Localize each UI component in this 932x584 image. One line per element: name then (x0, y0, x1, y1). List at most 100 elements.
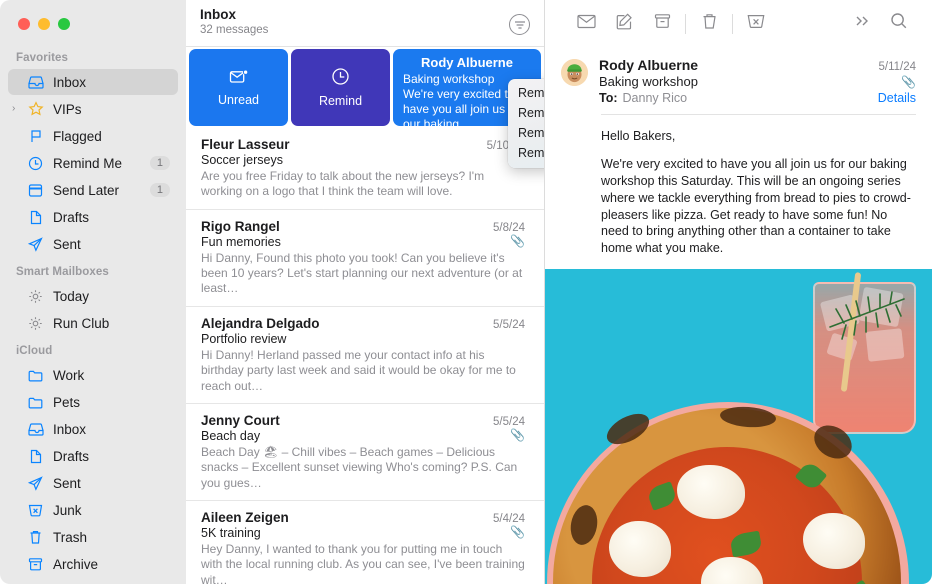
paperclip-icon: 📎 (901, 75, 916, 89)
sidebar-item-remind-me[interactable]: Remind Me 1 (8, 150, 178, 176)
table-row[interactable]: Jenny Court 5/5/24 Beach day 📎 Beach Day… (186, 404, 544, 501)
chevron-double-right-icon (853, 14, 870, 33)
message-preview: Hi Danny! Herland passed me your contact… (201, 347, 516, 393)
message-sender: Aileen Zeigen (201, 509, 289, 525)
sidebar-item-pets[interactable]: Pets (8, 389, 178, 415)
message-subject: Soccer jerseys (201, 153, 283, 167)
sidebar-item-icloud-sent[interactable]: Sent (8, 470, 178, 496)
close-button[interactable] (18, 18, 30, 30)
sidebar-item-label: Today (53, 288, 90, 304)
folder-icon (26, 367, 45, 383)
search-button[interactable] (880, 9, 918, 39)
paperclip-icon: 📎 (510, 525, 525, 540)
table-row[interactable]: Alejandra Delgado 5/5/24 Portfolio revie… (186, 307, 544, 404)
mark-unread-button[interactable] (567, 9, 605, 39)
email-subject: Baking workshop (599, 74, 698, 89)
sidebar-item-label: Inbox (53, 421, 87, 437)
inbox-icon (26, 421, 45, 437)
sidebar-item-inbox[interactable]: Inbox (8, 69, 178, 95)
email-body-paragraph: We're very excited to have you all join … (601, 156, 911, 256)
toolbar-divider (685, 13, 686, 34)
sidebar-section-smart-mailboxes: Smart Mailboxes (16, 266, 109, 278)
mozzarella (609, 521, 671, 578)
sidebar-item-junk[interactable]: Junk (8, 497, 178, 523)
compose-button[interactable] (605, 9, 643, 39)
sidebar-item-label: Sent (53, 475, 81, 491)
flag-icon (26, 128, 45, 144)
archive-button[interactable] (643, 9, 681, 39)
compose-icon (616, 12, 633, 35)
sidebar-section-icloud: iCloud (16, 345, 53, 357)
message-subject: Fun memories (201, 234, 281, 249)
remind-me-context-menu[interactable]: Remind Me in 1 Hour Remind Me Tonight Re… (508, 79, 544, 168)
email-recipients: To: Danny Rico (599, 91, 687, 105)
details-link[interactable]: Details (878, 91, 916, 105)
menu-item-remind-1-hour[interactable]: Remind Me in 1 Hour (508, 83, 544, 103)
message-sender: Rigo Rangel (201, 218, 280, 234)
calendar-icon (26, 182, 45, 198)
sidebar-item-sent[interactable]: Sent (8, 231, 178, 257)
sidebar-item-drafts[interactable]: Drafts (8, 204, 178, 230)
toolbar (545, 0, 932, 47)
menu-item-remind-later[interactable]: Remind Me Later… (508, 143, 544, 163)
swipe-remind-button[interactable]: Remind (291, 49, 390, 126)
sidebar: Favorites Inbox › VIPs Flagged Remind Me… (0, 0, 186, 584)
chevron-right-icon[interactable]: › (12, 104, 15, 114)
menu-item-remind-tomorrow[interactable]: Remind Me Tomorrow (508, 123, 544, 143)
attachment-image[interactable] (545, 269, 932, 584)
sidebar-item-trash[interactable]: Trash (8, 524, 178, 550)
sidebar-item-archive[interactable]: Archive (8, 551, 178, 577)
avatar (561, 59, 588, 86)
gear-icon (26, 288, 45, 304)
document-icon (26, 209, 45, 225)
paperclip-icon: 📎 (510, 234, 525, 249)
paper-plane-icon (26, 236, 45, 252)
table-row[interactable]: Aileen Zeigen 5/4/24 5K training 📎 Hey D… (186, 501, 544, 584)
table-row[interactable]: Fleur Lasseur 5/10/24 Soccer jerseys Are… (186, 128, 544, 210)
delete-button[interactable] (690, 9, 728, 39)
clock-icon (26, 155, 45, 171)
trash-icon (702, 13, 717, 35)
sidebar-item-vips[interactable]: › VIPs (8, 96, 178, 122)
paperclip-icon: 📎 (510, 428, 525, 443)
document-icon (26, 448, 45, 464)
swipe-action-label: Unread (218, 92, 259, 107)
sidebar-item-send-later[interactable]: Send Later 1 (8, 177, 178, 203)
message-preview: Beach Day 🏖 – Chill vibes – Beach games … (201, 444, 518, 490)
sidebar-item-work[interactable]: Work (8, 362, 178, 388)
sidebar-item-today[interactable]: Today (8, 283, 178, 309)
sidebar-item-label: Run Club (53, 315, 110, 331)
mail-window: Favorites Inbox › VIPs Flagged Remind Me… (0, 0, 932, 584)
sidebar-item-icloud-drafts[interactable]: Drafts (8, 443, 178, 469)
archive-icon (26, 556, 45, 572)
message-subject: Portfolio review (201, 331, 287, 346)
junk-icon (747, 13, 765, 34)
filter-icon[interactable] (509, 14, 530, 35)
message-detail-pane: Rody Albuerne 5/11/24 Baking workshop 📎 … (545, 0, 932, 584)
unread-envelope-icon (229, 69, 249, 88)
sidebar-item-label: Sent (53, 236, 81, 252)
zoom-button[interactable] (58, 18, 70, 30)
minimize-button[interactable] (38, 18, 50, 30)
sidebar-item-label: Pets (53, 394, 81, 410)
paper-plane-icon (26, 475, 45, 491)
junk-button[interactable] (737, 9, 775, 39)
sidebar-section-favorites: Favorites (16, 52, 69, 64)
sidebar-item-label: Junk (53, 502, 82, 518)
swipe-action-row: Unread Remind Rody Albuerne Baking works… (186, 47, 544, 128)
window-controls (0, 0, 186, 44)
more-button[interactable] (842, 9, 880, 39)
sidebar-item-icloud-inbox[interactable]: Inbox (8, 416, 178, 442)
toolbar-divider (732, 13, 733, 34)
sidebar-item-label: VIPs (53, 101, 82, 117)
sidebar-badge: 1 (149, 183, 170, 197)
sidebar-item-run-club[interactable]: Run Club (8, 310, 178, 336)
message-sender: Alejandra Delgado (201, 315, 320, 331)
archive-icon (654, 13, 671, 34)
swipe-unread-button[interactable]: Unread (189, 49, 288, 126)
to-recipient: Danny Rico (622, 91, 688, 105)
menu-item-remind-tonight[interactable]: Remind Me Tonight (508, 103, 544, 123)
sidebar-item-flagged[interactable]: Flagged (8, 123, 178, 149)
table-row[interactable]: Rigo Rangel 5/8/24 Fun memories 📎 Hi Dan… (186, 210, 544, 307)
email-body: Hello Bakers, We're very excited to have… (545, 115, 932, 269)
